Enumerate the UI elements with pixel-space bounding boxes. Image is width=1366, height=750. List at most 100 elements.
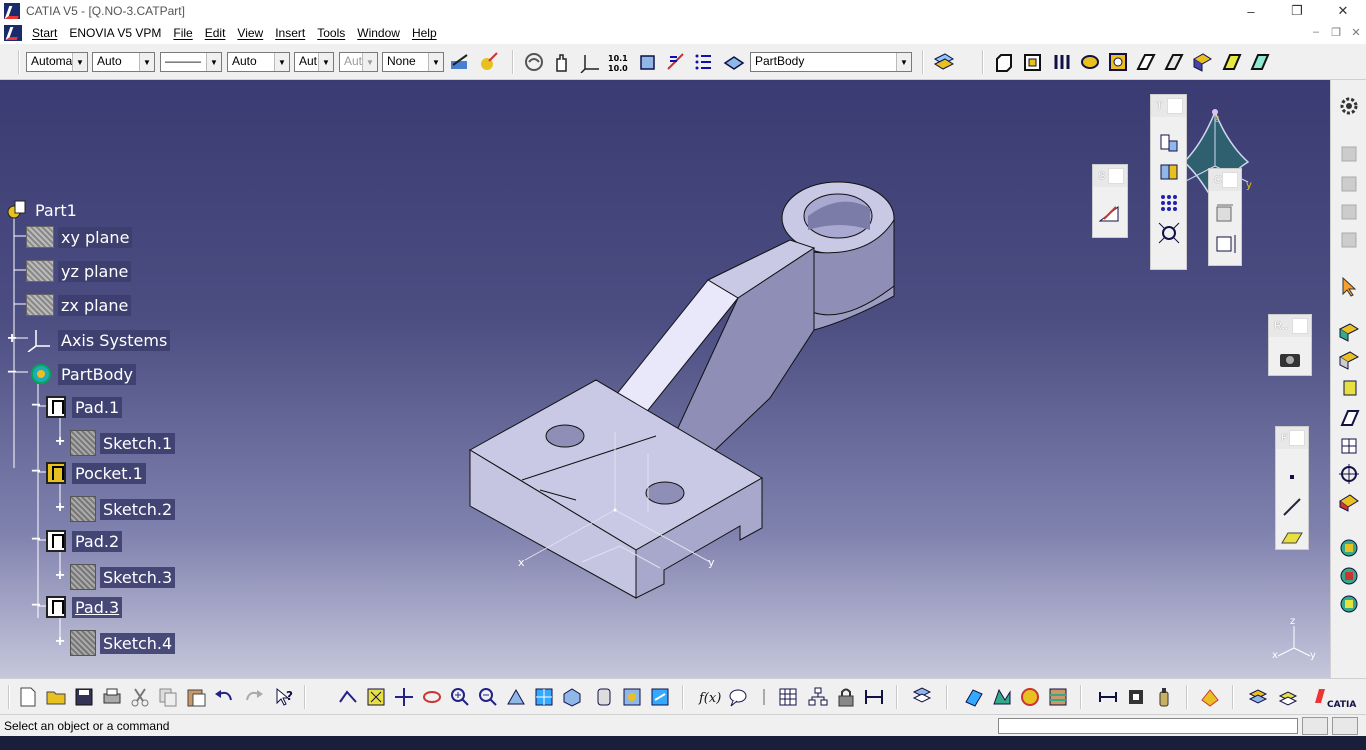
zoom-out-icon[interactable] — [476, 685, 500, 709]
comment-icon[interactable] — [726, 685, 750, 709]
catalog-icon[interactable] — [910, 685, 934, 709]
pan-hand-icon[interactable] — [550, 50, 574, 74]
copy-icon[interactable] — [156, 685, 180, 709]
point-symbol-combo[interactable]: Aut ▼ — [294, 52, 334, 72]
graphic-properties-icon[interactable] — [476, 50, 500, 74]
lock-icon[interactable] — [834, 685, 858, 709]
minimize-button[interactable]: – — [1228, 0, 1274, 22]
camera-icon[interactable] — [1275, 345, 1305, 373]
none-combo[interactable]: None ▼ — [382, 52, 444, 72]
menu-start[interactable]: Start — [26, 23, 63, 43]
grid-icon[interactable] — [1154, 189, 1184, 217]
menu-file[interactable]: File — [167, 23, 198, 43]
toolbar-t-header[interactable]: T — [1151, 95, 1186, 117]
apply-material-icon[interactable] — [962, 685, 986, 709]
stack-icon[interactable] — [1246, 685, 1270, 709]
expand-plus-icon[interactable]: + — [54, 500, 66, 516]
menu-help[interactable]: Help — [406, 23, 443, 43]
print-icon[interactable] — [100, 685, 124, 709]
doc-minimize-button[interactable]: – — [1306, 22, 1326, 42]
pocket-icon[interactable] — [1020, 50, 1044, 74]
floating-toolbar-s[interactable]: S — [1092, 164, 1128, 238]
rotate-icon[interactable] — [420, 685, 444, 709]
expand-plus-icon[interactable]: + — [6, 331, 18, 347]
knowledge-icon[interactable] — [1198, 685, 1222, 709]
toolbar-s-header[interactable]: S — [1093, 165, 1127, 187]
axis-icon[interactable] — [578, 50, 602, 74]
swap-space-icon[interactable] — [648, 685, 672, 709]
start-logo-icon[interactable] — [4, 25, 22, 41]
sketch-stack-icon[interactable] — [1276, 685, 1300, 709]
expand-plus-icon[interactable]: + — [54, 434, 66, 450]
save-icon[interactable] — [72, 685, 96, 709]
measure-icon[interactable]: 10.1 10.0 — [606, 50, 630, 74]
floating-toolbar-f[interactable]: F — [1275, 426, 1309, 550]
target-icon[interactable] — [1337, 462, 1361, 486]
cut-icon[interactable] — [128, 685, 152, 709]
multi-view-icon[interactable] — [532, 685, 556, 709]
texture-icon[interactable] — [1046, 685, 1070, 709]
menu-window[interactable]: Window — [351, 23, 406, 43]
3d-viewport[interactable]: x y Part1 xy plane yz plane zx plane + A… — [0, 80, 1330, 678]
menu-insert[interactable]: Insert — [269, 23, 311, 43]
format-painter-icon[interactable] — [448, 50, 472, 74]
hole-icon[interactable] — [1106, 50, 1130, 74]
slot-icon[interactable] — [1162, 50, 1186, 74]
shaft-icon[interactable] — [1050, 50, 1074, 74]
groove-icon[interactable] — [1078, 50, 1102, 74]
collapse-minus-icon[interactable]: − — [30, 398, 42, 414]
analysis-icon[interactable] — [1337, 592, 1361, 616]
distance-icon[interactable] — [1096, 685, 1120, 709]
shape-tool-icon[interactable] — [1337, 406, 1361, 430]
linetype-combo[interactable]: ——— ▼ — [160, 52, 222, 72]
tree-node-sketch2[interactable]: + Sketch.2 — [54, 496, 176, 522]
thickness-combo[interactable]: Auto ▼ — [227, 52, 290, 72]
pad-icon[interactable] — [992, 50, 1016, 74]
list-icon[interactable] — [692, 50, 716, 74]
shape-tool-icon[interactable] — [1337, 348, 1361, 372]
constraint-icon[interactable] — [1210, 199, 1240, 227]
plane-icon[interactable] — [1277, 523, 1307, 551]
tree-node-pad2[interactable]: − Pad.2 — [30, 530, 123, 552]
transparency-combo[interactable]: Auto ▼ — [92, 52, 155, 72]
maximize-button[interactable]: ❐ — [1274, 0, 1320, 22]
workbench-icon[interactable] — [932, 50, 956, 74]
point-icon[interactable] — [1277, 463, 1307, 491]
tree-node-partbody[interactable]: − PartBody — [6, 362, 136, 386]
tools-icon[interactable] — [1154, 129, 1184, 157]
fit-all-icon[interactable] — [364, 685, 388, 709]
status-button[interactable] — [1302, 717, 1328, 735]
body-icon[interactable] — [1154, 159, 1184, 187]
multi-section-icon[interactable] — [1220, 50, 1244, 74]
tree-node-sketch1[interactable]: + Sketch.1 — [54, 430, 176, 456]
toolbar-f-header[interactable]: F — [1276, 427, 1308, 449]
settings-gear-icon[interactable] — [1337, 94, 1361, 118]
zoom-in-icon[interactable] — [448, 685, 472, 709]
sketcher-icon[interactable] — [1095, 199, 1125, 227]
measure-between-icon[interactable] — [862, 685, 886, 709]
pan-icon[interactable] — [392, 685, 416, 709]
normal-view-icon[interactable] — [504, 685, 528, 709]
collapse-minus-icon[interactable]: − — [30, 532, 42, 548]
analysis-icon[interactable] — [1337, 536, 1361, 560]
fly-mode-icon[interactable] — [522, 50, 546, 74]
shading-icon[interactable] — [1018, 685, 1042, 709]
expand-plus-icon[interactable]: + — [54, 634, 66, 650]
iso-view-icon[interactable] — [560, 685, 584, 709]
rib-icon[interactable] — [1134, 50, 1158, 74]
shape-tool-icon[interactable] — [1337, 320, 1361, 344]
snap-icon[interactable] — [1154, 219, 1184, 247]
toolbar-r-header[interactable]: R.. — [1269, 315, 1311, 337]
body-combo[interactable]: PartBody ▼ — [750, 52, 912, 72]
expand-plus-icon[interactable]: + — [54, 568, 66, 584]
command-input[interactable] — [998, 718, 1298, 734]
doc-restore-button[interactable]: ❐ — [1326, 22, 1346, 42]
dimension-icon[interactable] — [1210, 229, 1240, 257]
hide-show-icon[interactable] — [620, 685, 644, 709]
render-style-icon[interactable] — [592, 685, 616, 709]
view-cube-icon[interactable] — [636, 50, 660, 74]
paste-icon[interactable] — [184, 685, 208, 709]
hierarchy-icon[interactable] — [806, 685, 830, 709]
select-arrow-icon[interactable] — [1337, 274, 1361, 298]
menu-edit[interactable]: Edit — [199, 23, 232, 43]
